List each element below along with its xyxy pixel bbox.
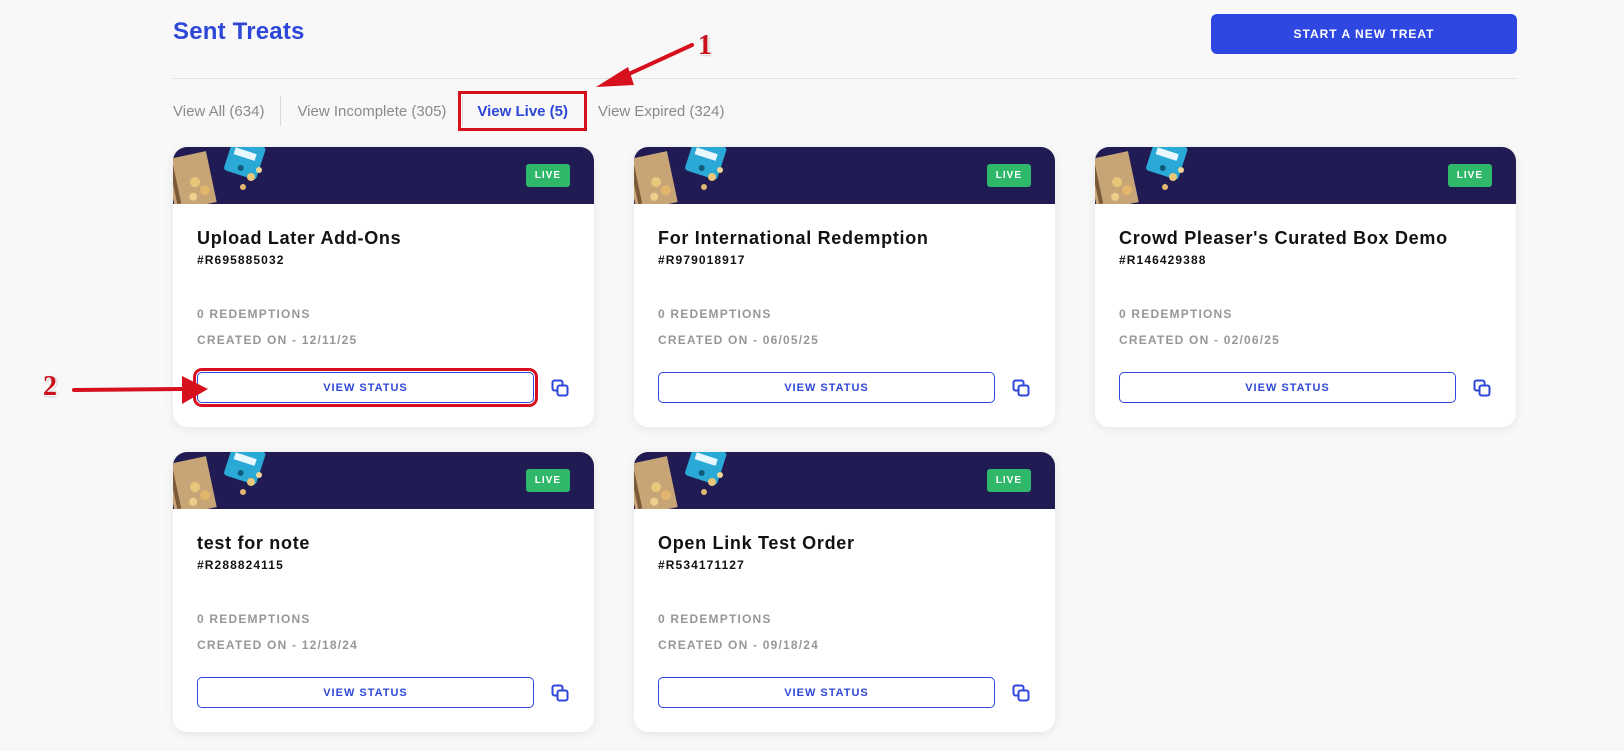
copy-button[interactable] bbox=[550, 683, 570, 703]
tab-view-live[interactable]: View Live (5) bbox=[458, 91, 587, 131]
copy-button[interactable] bbox=[1472, 378, 1492, 398]
treat-card: LIVE For International Redemption #R9790… bbox=[634, 147, 1055, 427]
card-order-id: #R979018917 bbox=[658, 253, 746, 267]
view-status-button[interactable]: VIEW STATUS bbox=[658, 372, 995, 403]
card-title: Crowd Pleaser's Curated Box Demo bbox=[1119, 228, 1448, 248]
live-status-badge: LIVE bbox=[986, 164, 1031, 187]
tabs-bar: View All (634) View Incomplete (305) Vie… bbox=[173, 90, 740, 132]
card-banner: LIVE bbox=[634, 452, 1055, 509]
card-created-date: CREATED ON - 12/18/24 bbox=[197, 638, 359, 652]
copy-icon bbox=[551, 684, 569, 702]
card-body: Upload Later Add-Ons #R695885032 0 REDEM… bbox=[173, 204, 594, 427]
copy-button[interactable] bbox=[1011, 683, 1031, 703]
treat-card: LIVE Open Link Test Order #R534171127 0 … bbox=[634, 452, 1055, 732]
live-status-badge: LIVE bbox=[525, 469, 570, 492]
copy-icon bbox=[1012, 684, 1030, 702]
page-title: Sent Treats bbox=[173, 18, 305, 45]
card-title: For International Redemption bbox=[658, 228, 929, 248]
copy-icon bbox=[1473, 379, 1491, 397]
tab-view-incomplete[interactable]: View Incomplete (305) bbox=[281, 96, 464, 126]
card-redemptions: 0 REDEMPTIONS bbox=[197, 612, 311, 626]
card-body: test for note #R288824115 0 REDEMPTIONS … bbox=[173, 509, 594, 732]
treat-card: LIVE Upload Later Add-Ons #R695885032 0 … bbox=[173, 147, 594, 427]
annotation-label-2: 2 bbox=[43, 371, 57, 402]
card-redemptions: 0 REDEMPTIONS bbox=[197, 307, 311, 321]
card-order-id: #R146429388 bbox=[1119, 253, 1207, 267]
tab-view-expired[interactable]: View Expired (324) bbox=[582, 96, 740, 126]
view-status-button[interactable]: VIEW STATUS bbox=[197, 677, 534, 708]
snack-bag-icon bbox=[634, 147, 727, 204]
card-title: test for note bbox=[197, 533, 311, 553]
snack-bag-icon bbox=[173, 147, 266, 204]
card-created-date: CREATED ON - 09/18/24 bbox=[658, 638, 820, 652]
card-body: Open Link Test Order #R534171127 0 REDEM… bbox=[634, 509, 1055, 732]
card-order-id: #R288824115 bbox=[197, 558, 284, 572]
copy-button[interactable] bbox=[550, 378, 570, 398]
card-body: Crowd Pleaser's Curated Box Demo #R14642… bbox=[1095, 204, 1516, 427]
card-banner: LIVE bbox=[173, 147, 594, 204]
tab-view-all[interactable]: View All (634) bbox=[173, 96, 282, 126]
live-status-badge: LIVE bbox=[525, 164, 570, 187]
card-created-date: CREATED ON - 06/05/25 bbox=[658, 333, 820, 347]
annotation-arrow-1 bbox=[596, 43, 694, 87]
page-container: Sent Treats START A NEW TREAT View All (… bbox=[173, 0, 1517, 732]
card-redemptions: 0 REDEMPTIONS bbox=[658, 307, 772, 321]
card-redemptions: 0 REDEMPTIONS bbox=[1119, 307, 1233, 321]
snack-bag-icon bbox=[173, 452, 266, 509]
copy-icon bbox=[1012, 379, 1030, 397]
card-banner: LIVE bbox=[1095, 147, 1516, 204]
card-created-date: CREATED ON - 02/06/25 bbox=[1119, 333, 1281, 347]
snack-bag-icon bbox=[634, 452, 727, 509]
treat-card: LIVE Crowd Pleaser's Curated Box Demo #R… bbox=[1095, 147, 1516, 427]
card-redemptions: 0 REDEMPTIONS bbox=[658, 612, 772, 626]
live-status-badge: LIVE bbox=[1447, 164, 1492, 187]
copy-button[interactable] bbox=[1011, 378, 1031, 398]
card-order-id: #R534171127 bbox=[658, 558, 745, 572]
annotation-arrow-2 bbox=[72, 376, 208, 404]
treat-card: LIVE test for note #R288824115 0 REDEMPT… bbox=[173, 452, 594, 732]
view-status-button[interactable]: VIEW STATUS bbox=[193, 368, 538, 407]
live-status-badge: LIVE bbox=[986, 469, 1031, 492]
card-banner: LIVE bbox=[173, 452, 594, 509]
snack-bag-icon bbox=[1095, 147, 1188, 204]
card-created-date: CREATED ON - 12/11/25 bbox=[197, 333, 358, 347]
card-banner: LIVE bbox=[634, 147, 1055, 204]
card-title: Upload Later Add-Ons bbox=[197, 228, 402, 248]
card-body: For International Redemption #R979018917… bbox=[634, 204, 1055, 427]
view-status-button[interactable]: VIEW STATUS bbox=[1119, 372, 1456, 403]
view-status-button[interactable]: VIEW STATUS bbox=[658, 677, 995, 708]
start-new-treat-button[interactable]: START A NEW TREAT bbox=[1211, 14, 1517, 54]
page-header: Sent Treats START A NEW TREAT bbox=[173, 0, 1517, 79]
card-order-id: #R695885032 bbox=[197, 253, 285, 267]
copy-icon bbox=[551, 379, 569, 397]
card-title: Open Link Test Order bbox=[658, 533, 855, 553]
